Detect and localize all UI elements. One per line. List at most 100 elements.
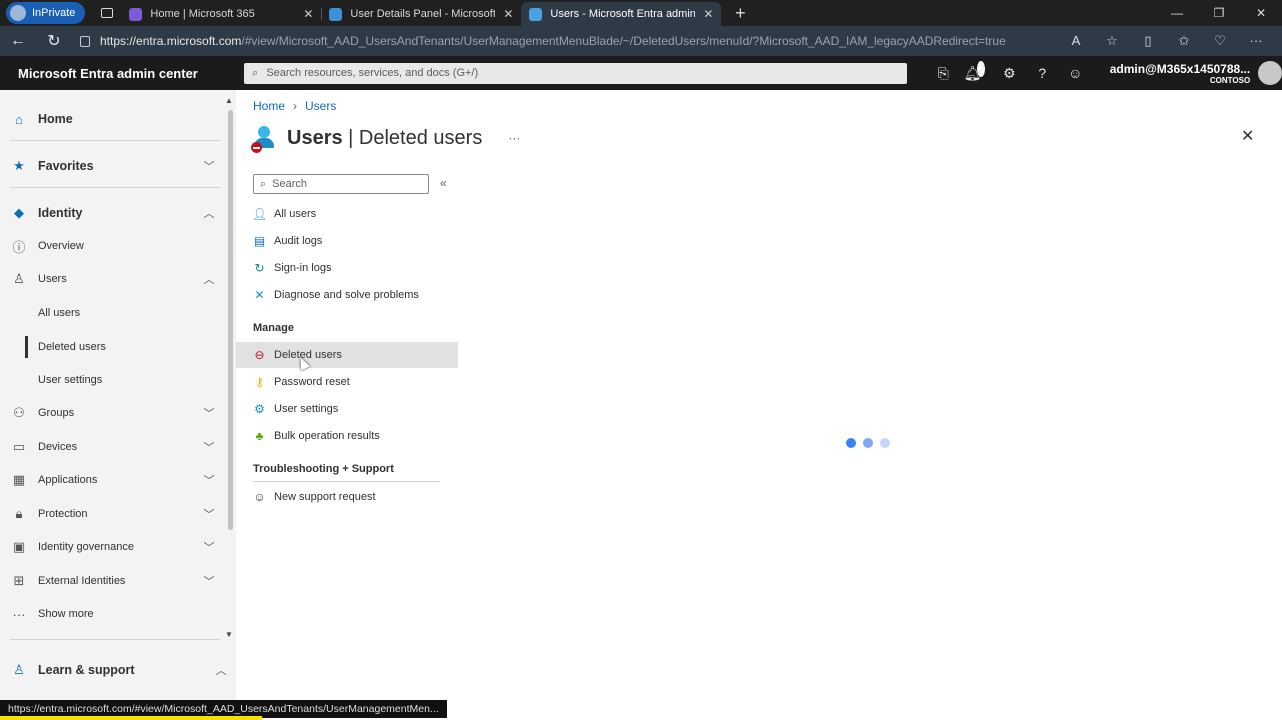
favorite-star-icon[interactable]: ☆ — [1094, 33, 1130, 49]
nav-all-users[interactable]: All users — [0, 298, 224, 328]
menu-user-settings[interactable]: ⚙ User settings — [236, 396, 458, 422]
portal-header: Microsoft Entra admin center ⌕ Search re… — [0, 56, 1282, 90]
menu-all-users[interactable]: 👤︎ All users — [236, 201, 458, 227]
minimize-icon[interactable]: — — [1156, 6, 1198, 20]
menu-label: Deleted users — [274, 349, 342, 361]
account-name: admin@M365x1450788... — [1109, 61, 1251, 76]
chevron-down-icon: ﹀ — [203, 442, 215, 454]
collapse-menu-icon[interactable]: « — [440, 176, 447, 190]
scroll-down-icon[interactable]: ▼ — [225, 630, 233, 639]
global-search-placeholder: Search resources, services, and docs (G+… — [266, 67, 479, 79]
nav-label: Identity — [38, 206, 83, 220]
chevron-down-icon: ﹀ — [203, 576, 215, 588]
spinner-dot — [846, 438, 856, 448]
chevron-down-icon: ﹀ — [203, 161, 215, 173]
more-options-icon[interactable]: ··· — [508, 131, 520, 145]
menu-signin-logs[interactable]: ↻ Sign-in logs — [236, 255, 458, 281]
portal-brand[interactable]: Microsoft Entra admin center — [18, 66, 244, 81]
search-icon: ⌕ — [260, 177, 267, 190]
help-icon[interactable]: ? — [1026, 65, 1059, 82]
nav-deleted-users[interactable]: Deleted users — [0, 332, 224, 362]
menu-new-support[interactable]: ☺ New support request — [236, 484, 458, 510]
scroll-up-icon[interactable]: ▲ — [225, 96, 233, 105]
nav-overview[interactable]: ⓘ Overview — [0, 231, 224, 261]
more-icon[interactable]: ··· — [1238, 33, 1274, 49]
menu-password-reset[interactable]: ⚷ Password reset — [236, 369, 458, 395]
back-icon[interactable]: ← — [0, 32, 36, 50]
menu-deleted-users[interactable]: ⊖ Deleted users — [236, 342, 458, 368]
read-aloud-icon[interactable]: A — [1058, 33, 1094, 49]
favorites-icon[interactable]: ✩ — [1166, 33, 1202, 49]
browser-tab-users[interactable]: Users - Microsoft Entra admin center ✕ — [521, 2, 722, 26]
nav-users[interactable]: ♙ Users ︿ — [0, 264, 224, 294]
nav-identity-governance[interactable]: ▣ Identity governance ﹀ — [0, 532, 224, 562]
external-identities-icon: ⊞ — [13, 573, 25, 588]
nav-home[interactable]: ⌂ Home — [0, 104, 224, 134]
chevron-down-icon: ﹀ — [203, 509, 215, 521]
nav-identity[interactable]: ◆ Identity ︿ — [0, 198, 224, 228]
m365-favicon-icon — [129, 7, 143, 21]
url-field[interactable]: https://entra.microsoft.com/#view/Micros… — [80, 34, 1058, 48]
refresh-icon[interactable]: ↻ — [36, 31, 72, 51]
tab-title: Users - Microsoft Entra admin center — [550, 8, 696, 20]
new-tab-button[interactable]: + — [725, 3, 755, 24]
nav-learn-support[interactable]: ♙ Learn & support ︿ — [0, 655, 236, 685]
close-tab-icon[interactable]: ✕ — [703, 7, 713, 21]
avatar[interactable] — [1258, 61, 1282, 85]
tab-title: User Details Panel - Microsoft 365 — [350, 8, 496, 20]
menu-diagnose[interactable]: ✕ Diagnose and solve problems — [236, 282, 458, 308]
nav-protection[interactable]: 🔒︎ Protection ﹀ — [0, 499, 224, 529]
close-tab-icon[interactable]: ✕ — [503, 7, 513, 21]
window-controls: — ❐ ✕ — [1156, 6, 1282, 20]
signin-log-icon: ↻ — [254, 261, 265, 275]
nav-favorites[interactable]: ★ Favorites ﹀ — [0, 151, 224, 181]
maximize-icon[interactable]: ❐ — [1198, 6, 1240, 20]
lock-icon: 🔒︎ — [15, 506, 23, 521]
breadcrumb-home[interactable]: Home — [253, 99, 285, 113]
nav-show-more[interactable]: ··· Show more — [0, 599, 224, 629]
nav-devices[interactable]: ▭ Devices ﹀ — [0, 432, 224, 462]
split-screen-icon[interactable]: ▯ — [1130, 33, 1166, 49]
feedback-icon[interactable]: ☺ — [1059, 65, 1092, 82]
settings-gear-icon[interactable]: ⚙ — [993, 65, 1026, 82]
learn-person-icon: ♙ — [13, 662, 25, 677]
menu-label: User settings — [274, 403, 339, 415]
copilot-icon[interactable]: ⎘ — [927, 65, 960, 82]
scrollbar-thumb[interactable] — [228, 110, 233, 530]
notifications-icon[interactable]: 🔔︎2 — [960, 60, 993, 82]
nav-label: Home — [38, 112, 73, 126]
close-tab-icon[interactable]: ✕ — [303, 7, 313, 21]
nav-label: Applications — [38, 474, 98, 486]
menu-bulk-results[interactable]: ♣ Bulk operation results — [236, 423, 458, 449]
nav-user-settings[interactable]: User settings — [0, 365, 224, 395]
tab-actions-icon[interactable] — [93, 2, 121, 24]
menu-search-input[interactable]: ⌕ Search — [253, 174, 429, 194]
menu-label: New support request — [274, 491, 376, 503]
menu-audit-logs[interactable]: ▤ Audit logs — [236, 228, 458, 254]
inprivate-badge[interactable]: InPrivate — [6, 2, 86, 24]
global-search-input[interactable]: ⌕ Search resources, services, and docs (… — [244, 62, 907, 84]
chevron-up-icon: ︿ — [203, 208, 215, 220]
deleted-user-icon — [251, 122, 277, 154]
account-info[interactable]: admin@M365x1450788... CONTOSO — [1110, 62, 1250, 85]
url-host: https://entra.microsoft.com — [100, 34, 242, 48]
page-load-progress — [0, 716, 262, 720]
browser-tab-user-details[interactable]: User Details Panel - Microsoft 365 ✕ — [321, 2, 521, 26]
audit-log-icon: ▤ — [253, 234, 266, 248]
page-header: Users | Deleted users ··· — [251, 122, 520, 154]
section-divider — [253, 481, 440, 482]
star-icon: ★ — [13, 158, 25, 173]
nav-applications[interactable]: ▦ Applications ﹀ — [0, 465, 224, 495]
nav-external-identities[interactable]: ⊞ External Identities ﹀ — [0, 566, 224, 596]
profile-avatar-icon — [10, 5, 26, 21]
divider — [10, 639, 220, 640]
nav-groups[interactable]: ⚇ Groups ﹀ — [0, 398, 224, 428]
breadcrumb-users[interactable]: Users — [305, 99, 336, 113]
browser-tab-home[interactable]: Home | Microsoft 365 ✕ — [121, 2, 321, 26]
close-window-icon[interactable]: ✕ — [1240, 6, 1282, 20]
nav-label: Devices — [38, 441, 78, 453]
chevron-right-icon: › — [293, 99, 298, 113]
nav-label: Show more — [38, 608, 94, 620]
close-blade-icon[interactable]: ✕ — [1241, 126, 1254, 146]
browser-essentials-icon[interactable]: ♡ — [1202, 33, 1238, 49]
